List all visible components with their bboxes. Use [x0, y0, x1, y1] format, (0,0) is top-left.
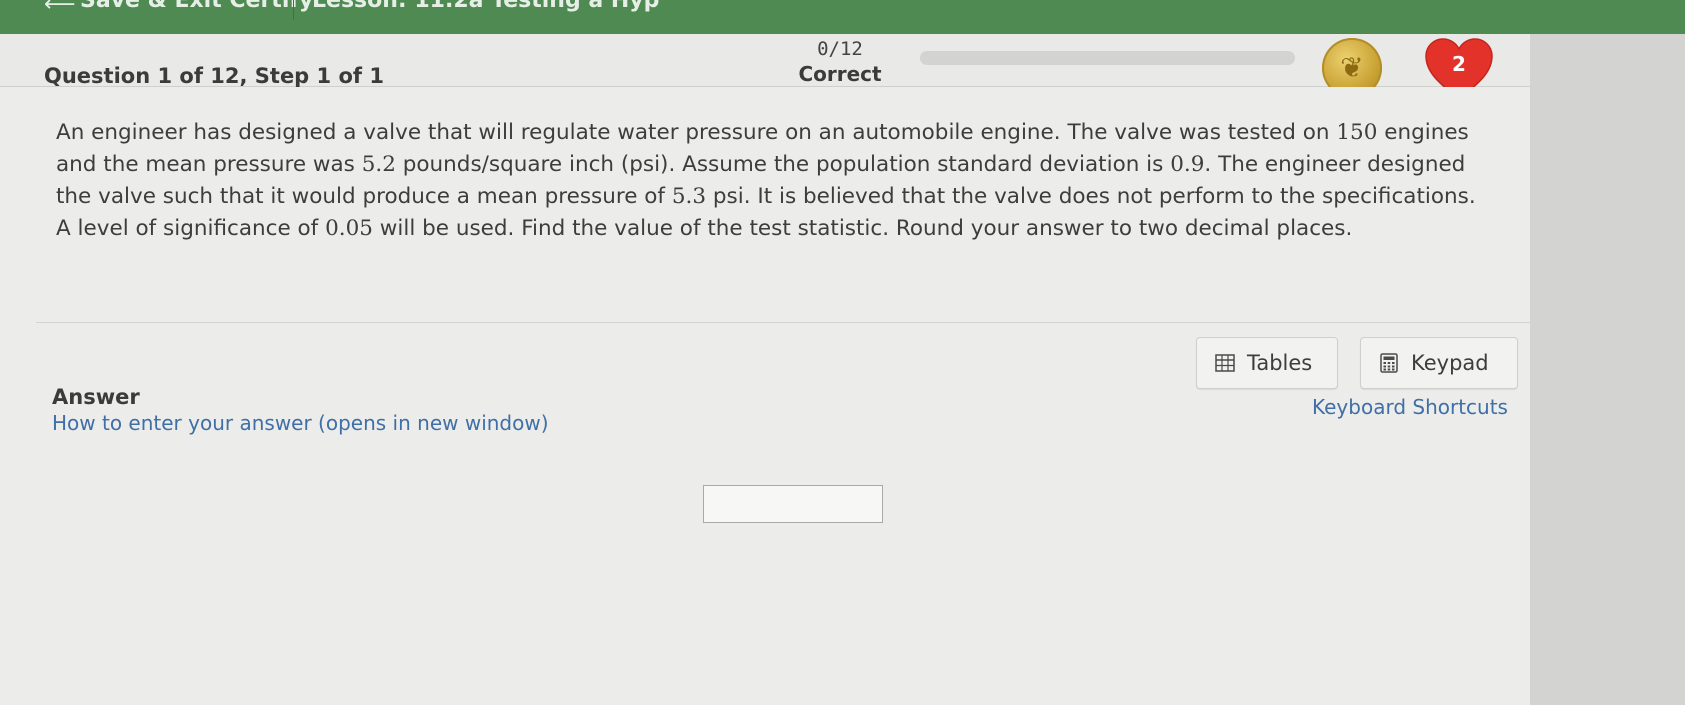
question-text-part: An engineer has designed a valve that wi… — [56, 120, 1337, 145]
back-arrow-icon[interactable]: ⟵ — [44, 0, 76, 16]
question-header: Question 1 of 12, Step 1 of 1 0/12 Corre… — [0, 34, 1530, 99]
question-text-part: will be used. Find the value of the test… — [372, 216, 1353, 241]
hypothesized-mean-value: 5.3 — [671, 184, 707, 209]
save-exit-button[interactable]: Save & Exit Certify — [80, 0, 313, 12]
question-panel: An engineer has designed a valve that wi… — [0, 87, 1530, 705]
significance-level-value: 0.05 — [325, 216, 373, 241]
lesson-title: Lesson: 11.2a Testing a Hyp — [312, 0, 660, 13]
question-step-title: Question 1 of 12, Step 1 of 1 — [44, 64, 384, 88]
calculator-icon — [1380, 353, 1398, 373]
score-display: 0/12 Correct — [790, 38, 890, 86]
score-label: Correct — [798, 62, 882, 86]
table-grid-icon — [1215, 354, 1235, 372]
keypad-button[interactable]: Keypad — [1360, 337, 1518, 389]
tables-button[interactable]: Tables — [1196, 337, 1338, 389]
keyboard-shortcuts-link[interactable]: Keyboard Shortcuts — [1312, 395, 1508, 419]
question-text: An engineer has designed a valve that wi… — [56, 117, 1486, 245]
progress-bar — [920, 51, 1295, 65]
answer-input[interactable] — [703, 485, 883, 523]
question-text-part: pounds/square inch (psi). Assume the pop… — [395, 152, 1171, 177]
answer-heading: Answer — [52, 385, 140, 409]
how-to-enter-answer-link[interactable]: How to enter your answer (opens in new w… — [52, 411, 549, 435]
top-app-bar: ⟵ Save & Exit Certify Lesson: 11.2a Test… — [0, 0, 1685, 34]
keypad-button-label: Keypad — [1411, 351, 1489, 375]
tables-button-label: Tables — [1247, 351, 1313, 375]
hearts-count: 2 — [1452, 52, 1466, 76]
sample-size-value: 150 — [1336, 120, 1378, 145]
section-divider — [36, 322, 1530, 323]
std-dev-value: 0.9 — [1170, 152, 1205, 177]
page-right-margin — [1530, 34, 1685, 705]
topbar-divider — [293, 0, 294, 20]
score-count: 0/12 — [817, 38, 863, 60]
sample-mean-value: 5.2 — [361, 152, 396, 177]
